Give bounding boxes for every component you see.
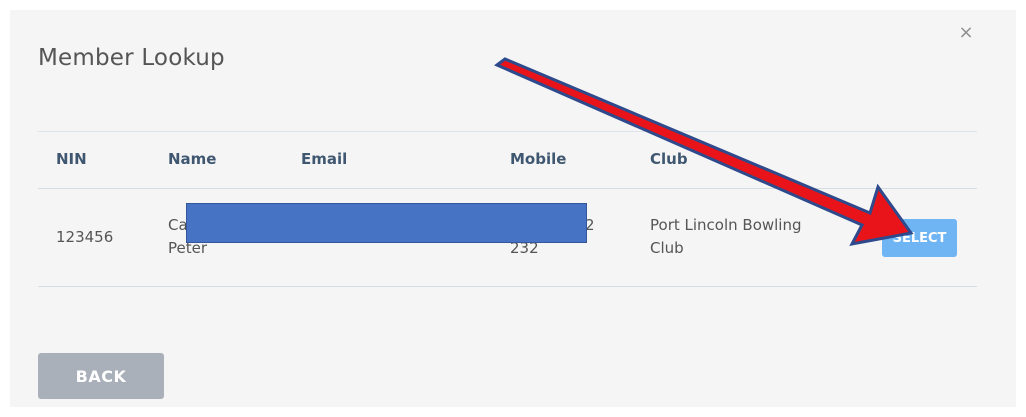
modal-title: Member Lookup — [38, 45, 225, 71]
table-header-row: NIN Name Email Mobile Club — [38, 132, 977, 189]
select-button[interactable]: SELECT — [882, 219, 957, 257]
column-header-club: Club — [650, 150, 688, 168]
cell-nin: 123456 — [56, 228, 114, 246]
close-icon[interactable]: × — [956, 21, 976, 45]
cell-club: Port Lincoln Bowling Club — [650, 214, 802, 260]
column-header-email: Email — [301, 150, 348, 168]
cell-club-line2: Club — [650, 239, 684, 257]
back-button[interactable]: BACK — [38, 353, 164, 399]
column-header-nin: NIN — [56, 150, 87, 168]
redaction-box — [186, 203, 587, 243]
cell-club-line1: Port Lincoln Bowling — [650, 216, 802, 234]
column-header-name: Name — [168, 150, 217, 168]
column-header-mobile: Mobile — [510, 150, 567, 168]
